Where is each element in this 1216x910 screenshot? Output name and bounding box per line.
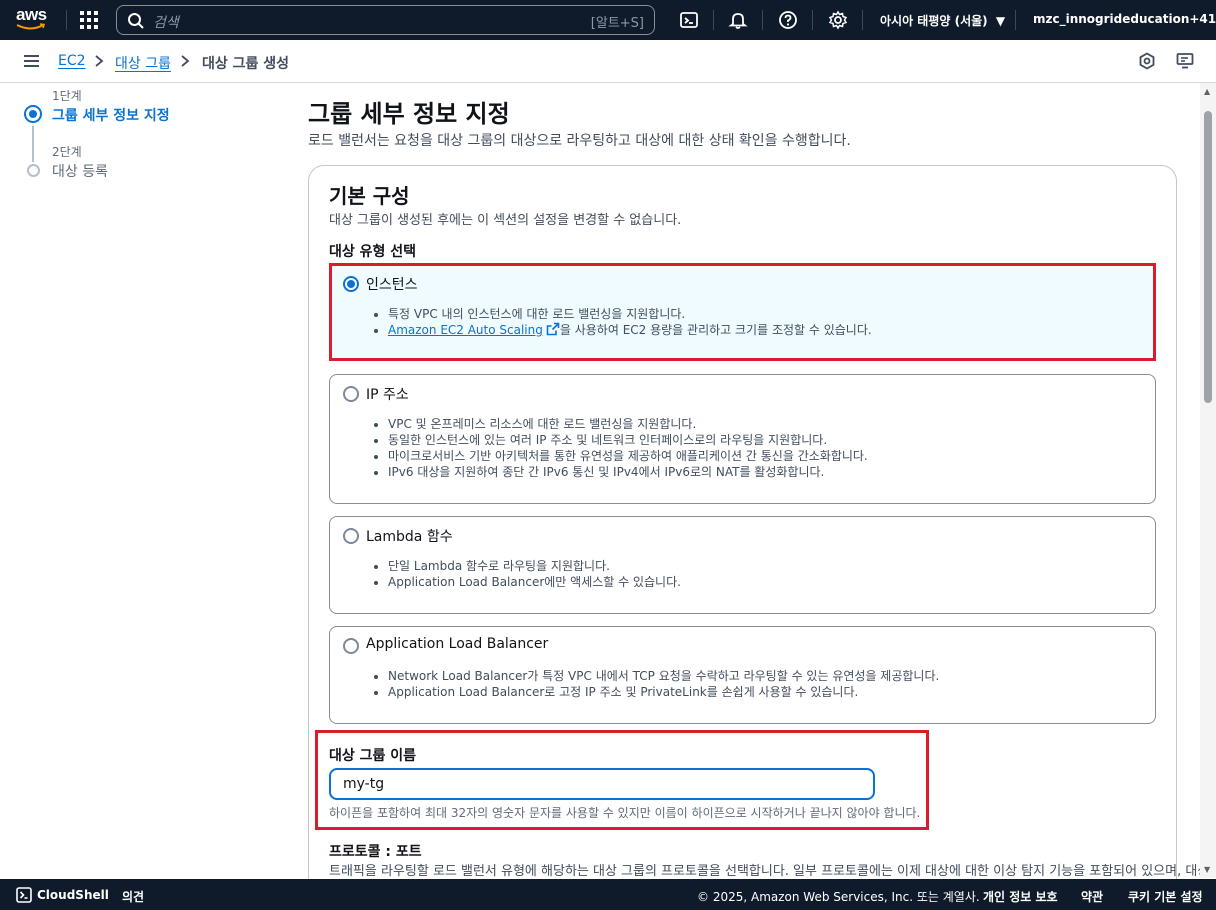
bullet-item: Network Load Balancer가 특정 VPC 내에서 TCP 요청… xyxy=(388,668,939,684)
breadcrumb-current: 대상 그룹 생성 xyxy=(202,56,290,72)
breadcrumb-ec2[interactable]: EC2 xyxy=(58,53,86,69)
breadcrumb-bar: EC2 대상 그룹 대상 그룹 생성 xyxy=(0,40,1216,83)
search-bar[interactable]: 검색 [알트+S] xyxy=(116,5,655,35)
bullet-item: IPv6 대상을 지원하여 종단 간 IPv6 통신 및 IPv4에서 IPv6… xyxy=(388,464,868,480)
scroll-up-icon[interactable]: ▲ xyxy=(1204,87,1210,96)
target-type-ip-tile[interactable]: IP 주소 VPC 및 온프레미스 리소스에 대한 로드 밸런싱을 지원합니다.… xyxy=(329,374,1156,504)
step-1-label[interactable]: 그룹 세부 정보 지정 xyxy=(52,105,170,125)
target-type-instances-tile[interactable]: 인스턴스 특정 VPC 내의 인스턴스에 대한 로드 밸런싱을 지원합니다. A… xyxy=(329,263,1156,361)
screen-feedback-icon[interactable] xyxy=(1176,52,1194,70)
copyright-text: © 2025, Amazon Web Services, Inc. 또는 계열사… xyxy=(697,890,980,904)
cloudshell-icon[interactable] xyxy=(16,887,32,903)
instances-bullets: 특정 VPC 내의 인스턴스에 대한 로드 밸런싱을 지원합니다. Amazon… xyxy=(388,306,872,338)
footer: CloudShell 의견 © 2025, Amazon Web Service… xyxy=(0,879,1216,910)
page-description: 로드 밸런서는 요청을 대상 그룹의 대상으로 라우팅하고 대상에 대한 상태 … xyxy=(308,133,851,149)
cloudshell-icon[interactable] xyxy=(679,10,699,30)
search-icon xyxy=(128,13,144,29)
chevron-right-icon xyxy=(95,55,104,67)
step-2-number: 2단계 xyxy=(52,145,82,159)
hexagon-info-icon[interactable] xyxy=(1138,52,1156,70)
bell-icon[interactable] xyxy=(728,10,748,30)
bullet-item: Application Load Balancer에만 액세스할 수 있습니다. xyxy=(388,574,681,590)
gear-icon[interactable] xyxy=(828,10,848,30)
target-type-label: 대상 유형 선택 xyxy=(329,244,417,260)
bullet-item: 특정 VPC 내의 인스턴스에 대한 로드 밸런싱을 지원합니다. xyxy=(388,306,872,322)
section-title: 기본 구성 xyxy=(329,184,410,208)
region-selector[interactable]: 아시아 태평양 (서울) ▼ xyxy=(880,12,1005,29)
aws-logo[interactable]: aws xyxy=(16,5,50,33)
nav-divider xyxy=(1015,10,1016,30)
nav-divider xyxy=(862,10,863,30)
aws-smile-icon xyxy=(16,23,46,30)
alb-radio[interactable] xyxy=(343,638,359,654)
menu-icon[interactable] xyxy=(24,55,39,67)
services-grid-icon[interactable] xyxy=(80,11,98,29)
search-shortcut: [알트+S] xyxy=(590,16,644,31)
feedback-link[interactable]: 의견 xyxy=(122,888,144,905)
privacy-link[interactable]: 개인 정보 보호 xyxy=(983,888,1058,905)
name-constraint-hint: 하이픈을 포함하여 최대 32자의 영숫자 문자를 사용할 수 있지만 이름이 … xyxy=(329,806,921,820)
aws-logo-text: aws xyxy=(16,5,47,24)
lambda-bullets: 단일 Lambda 함수로 라우팅을 지원합니다. Application Lo… xyxy=(388,558,681,590)
nav-divider xyxy=(762,10,763,30)
region-label: 아시아 태평양 (서울) xyxy=(880,14,988,28)
auto-scaling-link[interactable]: Amazon EC2 Auto Scaling xyxy=(388,323,543,337)
nav-divider xyxy=(713,10,714,30)
auto-scaling-suffix: 을 사용하여 EC2 용량을 관리하고 크기를 조정할 수 있습니다. xyxy=(559,323,872,337)
page-scrollbar[interactable]: ▲ ▼ xyxy=(1200,83,1216,878)
chevron-right-icon xyxy=(181,55,190,67)
step-2-label: 대상 등록 xyxy=(52,164,108,180)
help-icon[interactable] xyxy=(778,10,798,30)
alb-bullets: Network Load Balancer가 특정 VPC 내에서 TCP 요청… xyxy=(388,668,939,700)
bullet-item: Amazon EC2 Auto Scaling 을 사용하여 EC2 용량을 관리… xyxy=(388,322,872,338)
instances-title: 인스턴스 xyxy=(366,277,418,293)
lambda-radio[interactable] xyxy=(343,528,359,544)
step-1-number: 1단계 xyxy=(52,89,82,103)
top-navigation: aws 검색 [알트+S] 아시아 태평양 (서울) ▼ mzc_innogri… xyxy=(0,0,1216,40)
terms-link[interactable]: 약관 xyxy=(1081,888,1103,905)
search-placeholder: 검색 xyxy=(153,15,179,31)
scroll-thumb[interactable] xyxy=(1204,111,1212,403)
section-description: 대상 그룹이 생성된 후에는 이 섹션의 설정을 변경할 수 없습니다. xyxy=(329,213,682,228)
bullet-item: 단일 Lambda 함수로 라우팅을 지원합니다. xyxy=(388,558,681,574)
target-group-name-label: 대상 그룹 이름 xyxy=(329,748,417,764)
target-type-alb-tile[interactable]: Application Load Balancer Network Load B… xyxy=(329,626,1156,724)
scroll-down-icon[interactable]: ▼ xyxy=(1204,865,1210,874)
bullet-item: 마이크로서비스 기반 아키텍처를 통한 유연성을 제공하여 애플리케이션 간 통… xyxy=(388,448,868,464)
external-link-icon xyxy=(546,322,560,336)
account-menu[interactable]: mzc_innogrideducation+41 xyxy=(1033,12,1216,26)
bullet-item: 동일한 인스턴스에 있는 여러 IP 주소 및 네트워크 인터페이스로의 라우팅… xyxy=(388,432,868,448)
step-connector xyxy=(32,126,34,162)
instances-radio[interactable] xyxy=(343,276,359,292)
target-type-lambda-tile[interactable]: Lambda 함수 단일 Lambda 함수로 라우팅을 지원합니다. Appl… xyxy=(329,516,1156,614)
ip-radio[interactable] xyxy=(343,386,359,402)
caret-down-icon: ▼ xyxy=(995,14,1006,28)
page-title: 그룹 세부 정보 지정 xyxy=(308,100,510,128)
account-label: mzc_innogrideducation+41 xyxy=(1033,12,1216,26)
protocol-port-label: 프로토콜 : 포트 xyxy=(329,844,422,860)
step-1-indicator xyxy=(24,105,42,123)
bullet-item: VPC 및 온프레미스 리소스에 대한 로드 밸런싱을 지원합니다. xyxy=(388,416,868,432)
cookie-preferences-link[interactable]: 쿠키 기본 설정 xyxy=(1128,888,1203,905)
target-group-name-input[interactable]: my-tg xyxy=(329,768,875,800)
alb-title: Application Load Balancer xyxy=(366,636,549,652)
ip-bullets: VPC 및 온프레미스 리소스에 대한 로드 밸런싱을 지원합니다. 동일한 인… xyxy=(388,416,868,480)
nav-divider xyxy=(812,10,813,30)
step-2-indicator xyxy=(27,164,40,177)
bullet-item: Application Load Balancer로 고정 IP 주소 및 Pr… xyxy=(388,684,939,700)
cloudshell-link[interactable]: CloudShell xyxy=(37,888,109,902)
ip-title: IP 주소 xyxy=(366,387,409,403)
target-group-name-value: my-tg xyxy=(343,776,385,792)
breadcrumb-target-groups[interactable]: 대상 그룹 xyxy=(115,53,171,73)
nav-divider xyxy=(66,10,67,30)
protocol-description: 트래픽을 라우팅할 로드 밸런서 유형에 해당하는 대상 그룹의 프로토콜을 선… xyxy=(329,864,1216,879)
lambda-title: Lambda 함수 xyxy=(366,529,453,545)
